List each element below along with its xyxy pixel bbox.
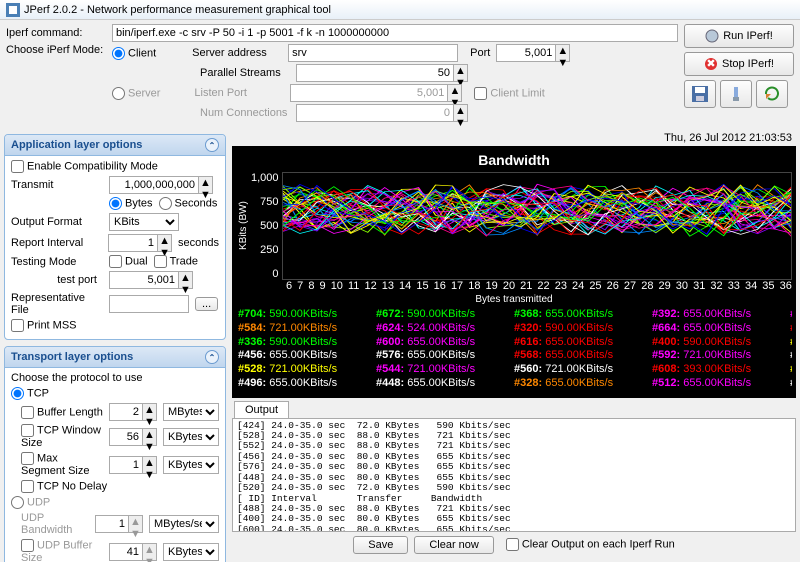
- trade-check[interactable]: Trade: [154, 255, 198, 268]
- stop-button[interactable]: ✖Stop IPerf!: [684, 52, 794, 76]
- udpbw-input: [95, 515, 129, 533]
- collapse-icon[interactable]: ⌃: [205, 350, 219, 364]
- outputfmt-select[interactable]: KBits: [109, 213, 179, 231]
- clear-button[interactable]: Clear now: [414, 536, 494, 554]
- client-limit-check: Client Limit: [474, 87, 544, 100]
- stop-icon: ✖: [704, 57, 718, 71]
- winsize-check[interactable]: TCP Window Size: [11, 424, 103, 449]
- udp-radio[interactable]: UDP: [11, 496, 50, 509]
- udpbuf-unit: KBytes: [163, 543, 219, 561]
- numconn-label: Num Connections: [200, 107, 290, 119]
- timestamp: Thu, 26 Jul 2012 21:03:53: [232, 132, 796, 146]
- iperf-cmd-input[interactable]: [112, 24, 678, 42]
- udpbuf-check: UDP Buffer Size: [11, 539, 103, 562]
- svg-text:✖: ✖: [706, 58, 715, 70]
- choose-proto-label: Choose the protocol to use: [11, 372, 219, 384]
- compat-check[interactable]: Enable Compatibility Mode: [11, 160, 158, 173]
- transport-panel: Transport layer options ⌃ Choose the prot…: [4, 346, 226, 562]
- testing-label: Testing Mode: [11, 256, 103, 268]
- output-tab[interactable]: Output: [234, 401, 289, 418]
- tcp-radio[interactable]: TCP: [11, 387, 49, 400]
- testport-label: test port: [11, 274, 103, 286]
- clear-each-check[interactable]: Clear Output on each Iperf Run: [506, 538, 675, 551]
- tool-icon-button[interactable]: [720, 80, 752, 108]
- listen-input: [290, 84, 448, 102]
- parallel-input[interactable]: [296, 64, 454, 82]
- udpbw-unit: MBytes/sec: [149, 515, 219, 533]
- maxseg-unit[interactable]: KBytes: [163, 456, 219, 474]
- server-radio[interactable]: Server: [112, 87, 160, 100]
- refresh-icon-button[interactable]: [756, 80, 788, 108]
- bytes-radio[interactable]: Bytes: [109, 197, 153, 210]
- titlebar: JPerf 2.0.2 - Network performance measur…: [0, 0, 800, 20]
- buflen-input[interactable]: [109, 403, 143, 421]
- reportint-label: Report Interval: [11, 237, 102, 249]
- app-icon: [6, 3, 20, 17]
- run-button[interactable]: Run IPerf!: [684, 24, 794, 48]
- chart-legend: #704: 590.00KBits/s#584: 721.00KBits/s#3…: [236, 305, 792, 394]
- maxseg-check[interactable]: Max Segment Size: [11, 452, 103, 477]
- listen-label: Listen Port: [194, 87, 284, 99]
- dual-check[interactable]: Dual: [109, 255, 148, 268]
- printmss-check[interactable]: Print MSS: [11, 319, 77, 332]
- reportint-input[interactable]: [108, 234, 158, 252]
- save-button[interactable]: Save: [353, 536, 408, 554]
- run-icon: [705, 29, 719, 43]
- outputfmt-label: Output Format: [11, 216, 103, 228]
- repfile-label: Representative File: [11, 292, 103, 316]
- chart-xlabel: Bytes transmitted: [236, 292, 792, 305]
- chart-ylabel: KBits (BW): [236, 172, 251, 280]
- buflen-unit[interactable]: MBytes: [163, 403, 219, 421]
- udpbw-label: UDP Bandwidth: [11, 512, 89, 536]
- brush-icon: [727, 85, 745, 103]
- testport-input[interactable]: [109, 271, 179, 289]
- transmit-input[interactable]: [109, 176, 199, 194]
- app-panel-title: Application layer options: [11, 139, 142, 151]
- chart-xaxis: 6789101112131415161718192021222324252627…: [236, 280, 792, 292]
- nodelay-check[interactable]: TCP No Delay: [11, 480, 107, 493]
- app-layer-panel: Application layer options ⌃ Enable Compat…: [4, 134, 226, 340]
- port-label: Port: [470, 47, 490, 59]
- chart-plot: [282, 172, 792, 280]
- floppy-icon: [691, 85, 709, 103]
- winsize-unit[interactable]: KBytes: [163, 428, 219, 446]
- window-title: JPerf 2.0.2 - Network performance measur…: [24, 4, 331, 16]
- chart: Bandwidth KBits (BW) 1,0007505002500 678…: [232, 146, 796, 398]
- parallel-label: Parallel Streams: [200, 67, 290, 79]
- chart-yaxis: 1,0007505002500: [251, 172, 282, 280]
- transmit-label: Transmit: [11, 179, 103, 191]
- iperf-cmd-label: Iperf command:: [6, 27, 106, 39]
- port-spinner[interactable]: ▲▼: [556, 44, 570, 62]
- repfile-input[interactable]: [109, 295, 189, 313]
- trans-panel-title: Transport layer options: [11, 351, 133, 363]
- winsize-input[interactable]: [109, 428, 143, 446]
- collapse-icon[interactable]: ⌃: [205, 138, 219, 152]
- chart-title: Bandwidth: [236, 150, 792, 172]
- numconn-input: [296, 104, 454, 122]
- server-addr-label: Server address: [192, 47, 282, 59]
- udpbuf-input: [109, 543, 143, 561]
- port-input[interactable]: [496, 44, 556, 62]
- seconds-radio[interactable]: Seconds: [159, 197, 218, 210]
- server-addr-input[interactable]: [288, 44, 458, 62]
- mode-label: Choose iPerf Mode:: [6, 44, 106, 56]
- refresh-icon: [763, 85, 781, 103]
- repfile-browse-button[interactable]: ...: [195, 297, 218, 311]
- client-radio[interactable]: Client: [112, 47, 156, 60]
- parallel-spinner[interactable]: ▲▼: [454, 64, 468, 82]
- save-icon-button[interactable]: [684, 80, 716, 108]
- output-text[interactable]: [424] 24.0-35.0 sec 72.0 KBytes 590 Kbit…: [232, 418, 796, 532]
- maxseg-input[interactable]: [109, 456, 143, 474]
- buflen-check[interactable]: Buffer Length: [11, 406, 103, 419]
